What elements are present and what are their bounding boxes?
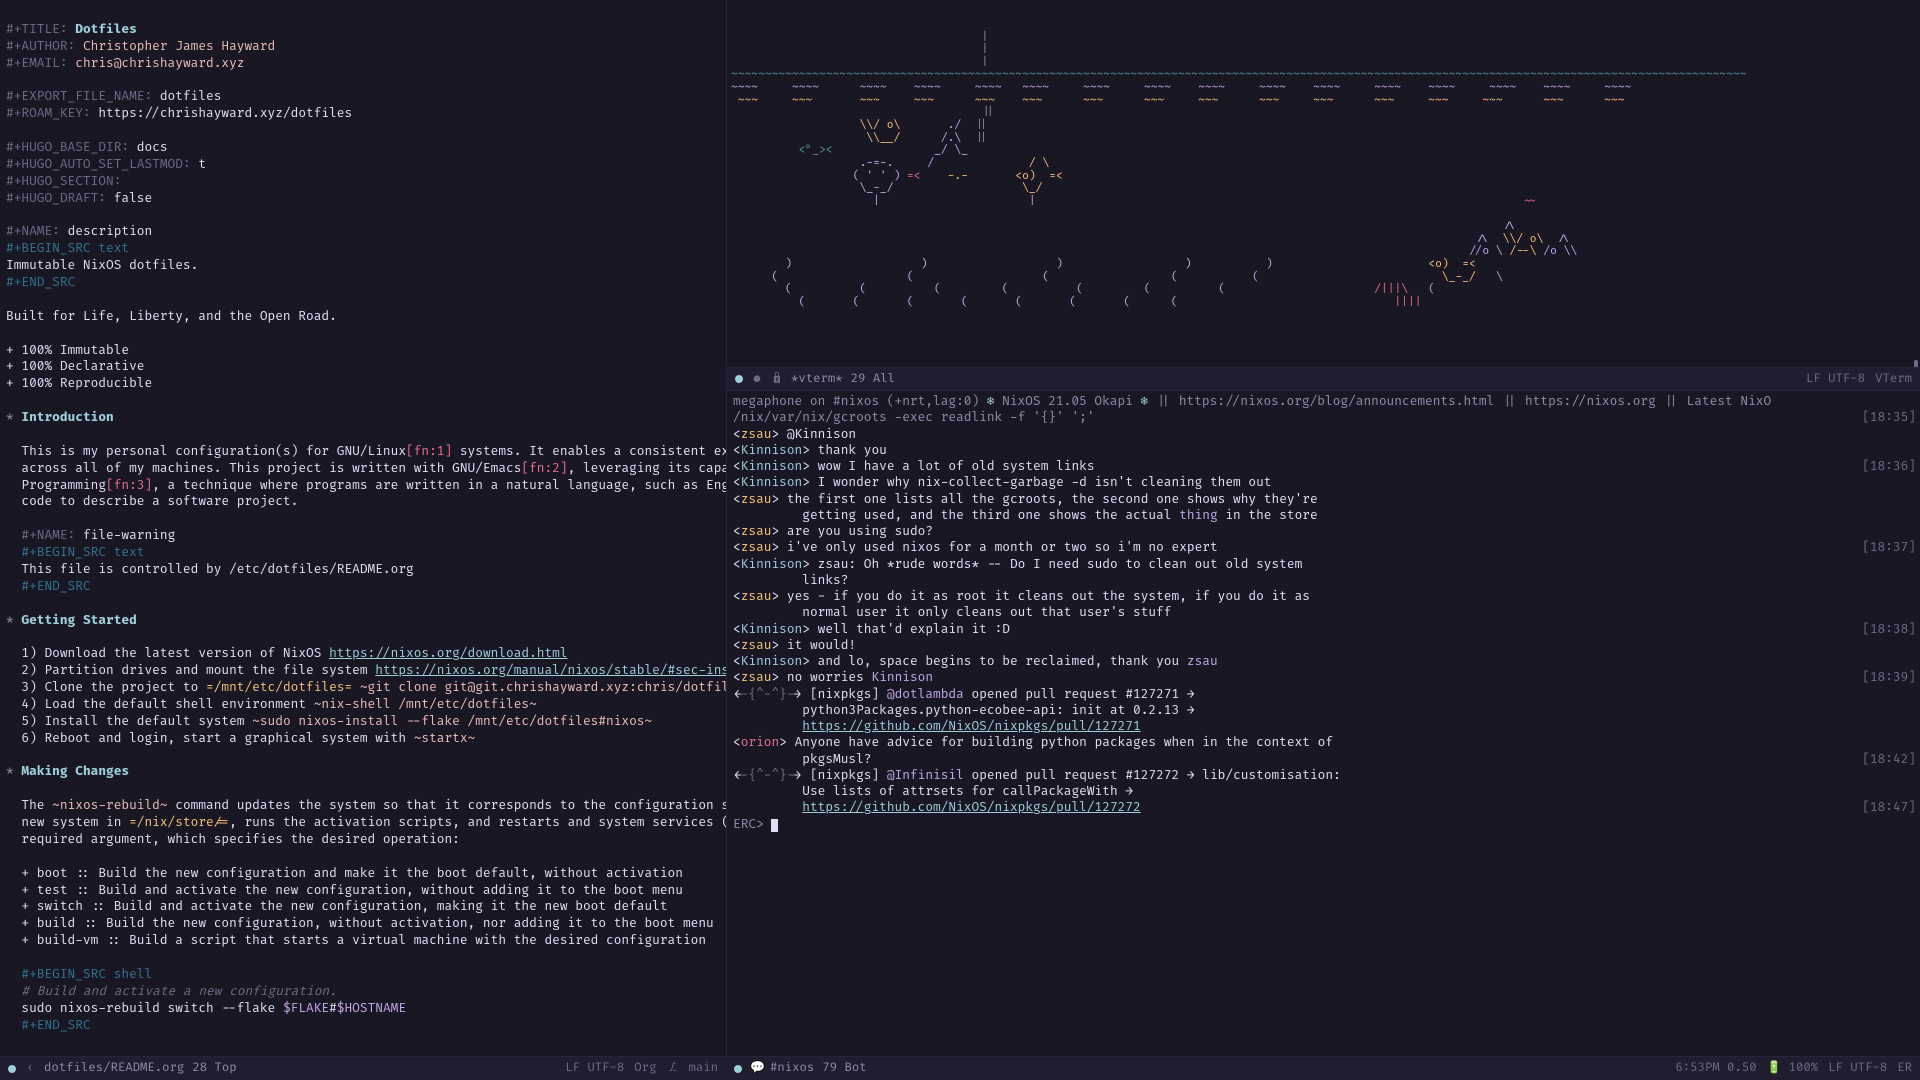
irc-message: <xxxxxx> normal user it only cleans out … xyxy=(733,604,1916,620)
modeline-editor: ‹ dotfiles/README.org 28 Top LF UTF-8 Or… xyxy=(0,1056,726,1080)
src-begin: #+BEGIN_SRC text xyxy=(6,240,129,256)
heading-getting-started[interactable]: Getting Started xyxy=(21,612,136,628)
irc-message: <zsau> yes - if you do it as root it cle… xyxy=(733,588,1916,604)
kw-hugo-section: #+HUGO_SECTION: xyxy=(6,173,121,189)
irc-message: <xxxxxx> Use lists of attrsets for callP… xyxy=(733,783,1916,799)
modeline-erc: 💬 #nixos 79 Bot 6:53PM 0.50 🔋 100% LF UTF… xyxy=(726,1056,1920,1080)
footnote-ref[interactable]: [fn:2] xyxy=(521,460,567,476)
buffer-position: 79 Bot xyxy=(822,1060,866,1076)
heading-making-changes[interactable]: Making Changes xyxy=(21,763,129,779)
irc-message: <zsau> it would! xyxy=(733,637,1916,653)
git-branch: main xyxy=(688,1060,718,1076)
buffer-position: 29 All xyxy=(851,371,895,387)
chevron-left-icon[interactable]: ‹ xyxy=(24,1060,36,1076)
vterm-pane[interactable]: | | | ~~~~~~~~~~~~~~~~~~~~~~~~~~~~~~~~~~… xyxy=(726,0,1920,390)
tagline: Built for Life, Liberty, and the Open Ro… xyxy=(6,308,337,324)
org-editor-pane[interactable]: #+TITLE: Dotfiles #+AUTHOR: Christopher … xyxy=(0,0,726,1056)
irc-message: <zsau> the first one lists all the gcroo… xyxy=(733,491,1916,507)
ascii-art: | | | ~~~~~~~~~~~~~~~~~~~~~~~~~~~~~~~~~~… xyxy=(731,19,1916,310)
irc-message: <Kinnison> well that'd explain it :D[18:… xyxy=(733,621,1916,637)
doc-author: Christopher James Hayward xyxy=(83,38,275,54)
encoding: LF UTF-8 xyxy=(1828,1060,1887,1076)
shell-comment: # Build and activate a new configuration… xyxy=(21,983,336,999)
kw-export: #+EXPORT_FILE_NAME: xyxy=(6,88,152,104)
erc-pane[interactable]: megaphone on #nixos (+nrt,lag:0) ❄ NixOS… xyxy=(726,390,1920,1056)
buffer-name[interactable]: dotfiles/README.org xyxy=(44,1060,184,1076)
link-nixos-manual[interactable]: https://nixos.org/manual/nixos/stable/#s… xyxy=(375,662,726,678)
roam-key: https://chrishayward.xyz/dotfiles xyxy=(98,105,352,121)
status-dot-icon xyxy=(734,1065,742,1073)
op-item: + build-vm :: Build a script that starts… xyxy=(21,932,706,948)
footnote-ref[interactable]: [fn:3] xyxy=(106,477,152,493)
export-name: dotfiles xyxy=(160,88,222,104)
kw-hugo-base: #+HUGO_BASE_DIR: xyxy=(6,139,129,155)
irc-message: <-{^-^}-> [nixpkgs] @Infinisil opened pu… xyxy=(733,767,1916,783)
irc-message: <xxxxxx> links? xyxy=(733,572,1916,588)
kw-author: #+AUTHOR: xyxy=(6,38,75,54)
src-end: #+END_SRC xyxy=(6,274,75,290)
encoding: LF UTF-8 xyxy=(1806,371,1865,387)
kw-roam: #+ROAM_KEY: xyxy=(6,105,91,121)
irc-link[interactable]: https://github.com/NixOS/nixpkgs/pull/12… xyxy=(802,718,1140,734)
kw-hugo-draft: #+HUGO_DRAFT: xyxy=(6,190,106,206)
erc-prompt[interactable]: ERC> xyxy=(733,816,1916,832)
major-mode: VTerm xyxy=(1875,371,1912,387)
status-dot-icon xyxy=(735,375,743,383)
op-item: + switch :: Build and activate the new c… xyxy=(21,898,667,914)
kw-email: #+EMAIL: xyxy=(6,55,68,71)
battery-level: 100% xyxy=(1789,1060,1819,1076)
irc-message: <Kinnison> thank you xyxy=(733,442,1916,458)
bullet: + 100% Reproducible xyxy=(6,375,152,391)
branch-icon: ⎇ xyxy=(666,1060,678,1076)
major-mode: Org xyxy=(634,1060,656,1076)
buffer-position: 28 Top xyxy=(192,1060,236,1076)
irc-link[interactable]: https://github.com/NixOS/nixpkgs/pull/12… xyxy=(802,799,1140,815)
bullet: + 100% Immutable xyxy=(6,342,129,358)
op-item: + build :: Build the new configuration, … xyxy=(21,915,713,931)
kw-name: #+NAME: xyxy=(6,223,60,239)
snowflake-icon: ❄ xyxy=(1141,393,1149,409)
irc-message: <Kinnison> wow I have a lot of old syste… xyxy=(733,458,1916,474)
irc-message: <xxxxxx> python3Packages.python-ecobee-a… xyxy=(733,702,1916,718)
clock: 6:53PM 0.50 xyxy=(1675,1060,1756,1076)
kw-title: #+TITLE: xyxy=(6,21,68,37)
doc-email: chris@chrishayward.xyz xyxy=(75,55,244,71)
battery-icon: 🔋 xyxy=(1767,1060,1779,1076)
buffer-name[interactable]: *vterm* xyxy=(791,371,843,387)
encoding: LF UTF-8 xyxy=(565,1060,624,1076)
irc-message: <zsau> i've only used nixos for a month … xyxy=(733,539,1916,555)
channel-name[interactable]: #nixos xyxy=(770,1060,814,1076)
irc-message: <xxxxxx> getting used, and the third one… xyxy=(733,507,1916,523)
irc-message: <zsau> are you using sudo? xyxy=(733,523,1916,539)
link-nixos-download[interactable]: https://nixos.org/download.html xyxy=(329,645,567,661)
irc-message: <xxxxxx> pkgsMusl?[18:42] xyxy=(733,751,1916,767)
op-item: + boot :: Build the new configuration an… xyxy=(21,865,683,881)
irc-message: <zsau> @Kinnison xyxy=(733,426,1916,442)
irc-message: <xxxxxx> https://github.com/NixOS/nixpkg… xyxy=(733,718,1916,734)
irc-message: <xxxxxx> https://github.com/NixOS/nixpkg… xyxy=(733,799,1916,815)
irc-message: <-{^-^}-> [nixpkgs] @dotlambda opened pu… xyxy=(733,686,1916,702)
irc-message: <Kinnison> zsau: Oh *rude words* -- Do I… xyxy=(733,556,1916,572)
irc-message: <orion> Anyone have advice for building … xyxy=(733,734,1916,750)
heading-introduction[interactable]: Introduction xyxy=(21,409,113,425)
lock-icon: 🔒 xyxy=(771,371,783,387)
src-body: Immutable NixOS dotfiles. xyxy=(6,257,198,273)
kw-hugo-lastmod: #+HUGO_AUTO_SET_LASTMOD: xyxy=(6,156,191,172)
major-mode: ER xyxy=(1897,1060,1912,1076)
text-cursor xyxy=(771,819,778,832)
bullet: + 100% Declarative xyxy=(6,358,144,374)
erc-header: megaphone on #nixos (+nrt,lag:0) ❄ NixOS… xyxy=(733,393,1916,409)
op-item: + test :: Build and activate the new con… xyxy=(21,882,683,898)
status-dot-icon xyxy=(8,1065,16,1073)
footnote-ref[interactable]: [fn:1] xyxy=(406,443,452,459)
modeline-vterm: ● 🔒 *vterm* 29 All LF UTF-8 VTerm xyxy=(727,367,1920,390)
irc-message: <Kinnison> I wonder why nix-collect-garb… xyxy=(733,474,1916,490)
irc-message: <zsau> no worries Kinnison[18:39] xyxy=(733,669,1916,685)
save-icon: ● xyxy=(751,371,763,387)
heading-star: * xyxy=(6,409,14,425)
doc-title: Dotfiles xyxy=(75,21,137,37)
irc-message: <Kinnison> and lo, space begins to be re… xyxy=(733,653,1916,669)
chat-icon: 💬 xyxy=(750,1060,762,1076)
